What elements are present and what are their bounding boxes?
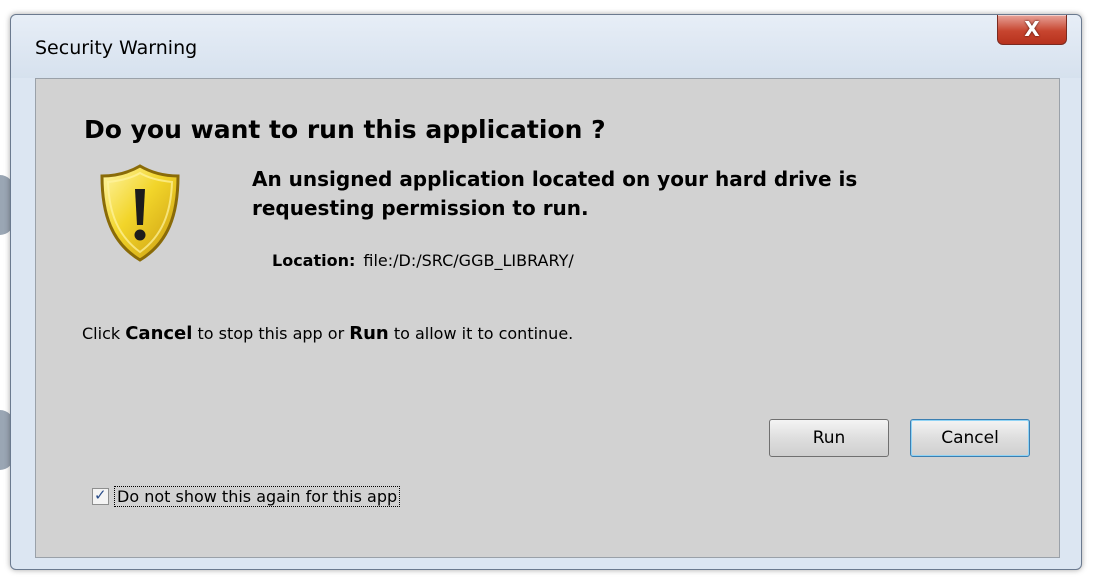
security-warning-dialog: Security Warning X Do you want to run th… — [10, 14, 1082, 570]
dialog-title: Security Warning — [35, 37, 198, 59]
instruction-run-word: Run — [349, 323, 389, 344]
close-icon: X — [1024, 17, 1040, 41]
do-not-show-again-row[interactable]: ✓ Do not show this again for this app — [92, 484, 401, 508]
location-label: Location: — [272, 251, 356, 270]
location-value: file:/D:/SRC/GGB_LIBRARY/ — [363, 251, 574, 270]
warning-message: An unsigned application located on your … — [252, 165, 857, 223]
cancel-button[interactable]: Cancel — [910, 419, 1030, 457]
instruction-cancel-word: Cancel — [125, 323, 193, 344]
dialog-question: Do you want to run this application ? — [84, 115, 606, 144]
run-button[interactable]: Run — [769, 419, 889, 457]
warning-message-line2: requesting permission to run. — [252, 196, 589, 220]
dialog-content: Do you want to run this application ? An… — [35, 78, 1060, 558]
warning-shield-icon — [100, 164, 180, 262]
instruction-prefix: Click — [82, 324, 126, 343]
close-button[interactable]: X — [997, 15, 1067, 45]
do-not-show-again-label[interactable]: Do not show this again for this app — [114, 485, 401, 507]
instruction-middle: to stop this app or — [192, 324, 350, 343]
checkmark-icon: ✓ — [94, 485, 107, 504]
instruction-suffix: to allow it to continue. — [388, 324, 574, 343]
do-not-show-again-checkbox[interactable]: ✓ — [92, 485, 109, 505]
title-bar: Security Warning X — [11, 15, 1081, 78]
warning-message-line1: An unsigned application located on your … — [252, 167, 858, 191]
instruction-text: Click Cancel to stop this app or Run to … — [82, 323, 573, 344]
location-row: Location: file:/D:/SRC/GGB_LIBRARY/ — [272, 251, 574, 270]
